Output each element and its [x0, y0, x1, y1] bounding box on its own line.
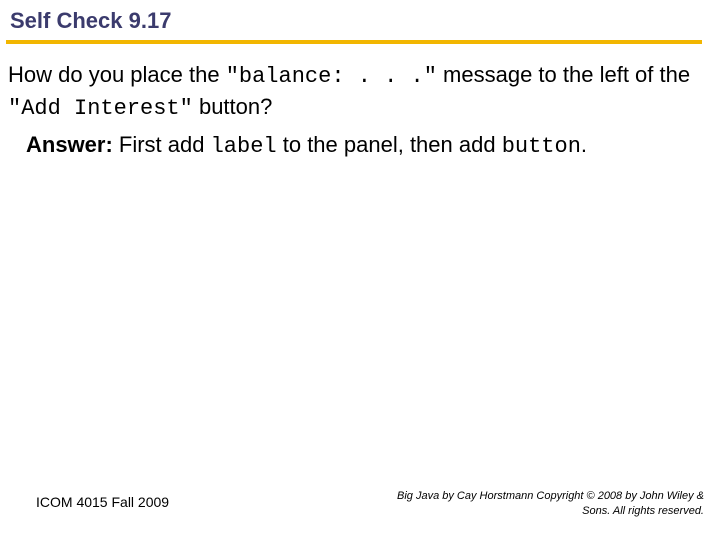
- question-part-1: How do you place the: [8, 62, 226, 87]
- code-button: button: [502, 134, 581, 159]
- answer-part-1: First add: [113, 132, 211, 157]
- footer-left: ICOM 4015 Fall 2009: [36, 494, 169, 510]
- answer-label: Answer:: [26, 132, 113, 157]
- answer-part-2: to the panel, then add: [277, 132, 502, 157]
- footer-right: Big Java by Cay Horstmann Copyright © 20…: [384, 489, 704, 518]
- page-title: Self Check 9.17: [10, 8, 171, 34]
- question-part-2: message to the left of the: [437, 62, 690, 87]
- question-part-3: button?: [193, 94, 273, 119]
- question-text: How do you place the "balance: . . ." me…: [8, 60, 712, 123]
- title-underline: [6, 40, 702, 44]
- code-balance: "balance: . . .": [226, 64, 437, 89]
- answer-text: Answer: First add label to the panel, th…: [26, 130, 706, 162]
- code-label: label: [211, 134, 277, 159]
- slide: Self Check 9.17 How do you place the "ba…: [0, 0, 720, 540]
- answer-part-3: .: [581, 132, 587, 157]
- code-add-interest: "Add Interest": [8, 96, 193, 121]
